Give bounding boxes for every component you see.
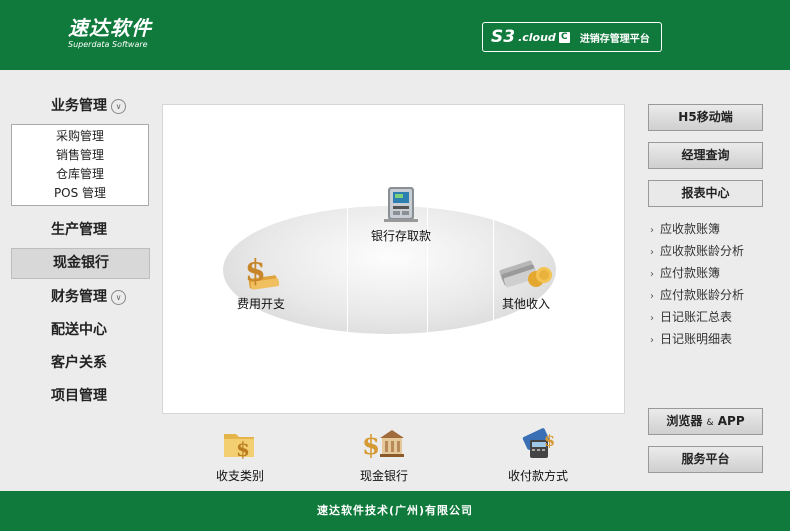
browser-label: 浏览器 <box>666 414 703 428</box>
chevron-down-icon[interactable]: ∨ <box>111 99 126 114</box>
sidebar-item-distribution[interactable]: 配送中心 <box>10 314 150 347</box>
shortcut-label: 收付款方式 <box>507 469 568 483</box>
sidebar-item-crm[interactable]: 客户关系 <box>10 347 150 380</box>
manager-query-button[interactable]: 经理查询 <box>648 142 763 169</box>
report-center-button[interactable]: 报表中心 <box>648 180 763 207</box>
report-link-label: 日记账明细表 <box>660 332 733 346</box>
report-link-label: 应付款账龄分析 <box>660 288 745 302</box>
sidebar-item-label: 财务管理 <box>51 289 107 305</box>
shortcut-cash-bank[interactable]: $ 现金银行 <box>348 426 420 484</box>
report-link[interactable]: › 应收款账龄分析 <box>648 240 763 262</box>
bottom-shortcuts: $ 收支类别 $ 现金银行 $ 收付款方式 <box>162 426 625 484</box>
app-label: APP <box>717 414 745 428</box>
card-terminal-icon: $ <box>522 428 555 458</box>
sidebar-item-projects[interactable]: 项目管理 <box>10 380 150 413</box>
superdata-logo[interactable]: 速达软件 Superdata Software <box>68 18 152 49</box>
product-badge: S3 .cloud C 进销存管理平台 <box>482 22 662 52</box>
sidebar-item-label: 业务管理 <box>51 98 107 114</box>
shortcut-payment-methods[interactable]: $ 收付款方式 <box>498 426 578 484</box>
svg-text:$: $ <box>236 437 250 460</box>
chevron-right-icon: › <box>650 313 654 324</box>
service-platform-button[interactable]: 服务平台 <box>648 446 763 473</box>
footer-company: 速达软件技术(广州)有限公司 <box>0 491 790 531</box>
report-link[interactable]: › 日记账明细表 <box>648 328 763 350</box>
product-s3: S3 <box>491 27 516 47</box>
app-header: 速达软件 Superdata Software S3 .cloud C 进销存管… <box>0 0 790 70</box>
chevron-right-icon: › <box>650 291 654 302</box>
sidebar-item-business[interactable]: 业务管理 ∨ <box>10 90 150 123</box>
logo-text: 速达软件 <box>68 16 152 40</box>
ampersand: & <box>706 418 714 428</box>
sidebar-item-finance[interactable]: 财务管理 ∨ <box>10 281 150 314</box>
right-bottom-buttons: 浏览器 & APP 服务平台 <box>648 408 763 484</box>
svg-text:$: $ <box>544 431 555 450</box>
shortcut-label: 收支类别 <box>215 469 264 483</box>
node-label: 费用开支 <box>236 297 285 311</box>
business-submenu: 采购管理 销售管理 仓库管理 POS 管理 <box>11 124 149 206</box>
logo-subtitle: Superdata Software <box>68 40 148 49</box>
chevron-down-icon[interactable]: ∨ <box>111 290 126 305</box>
shortcut-label: 现金银行 <box>359 469 408 483</box>
report-link[interactable]: › 日记账汇总表 <box>648 306 763 328</box>
product-cloud: .cloud <box>518 30 556 44</box>
shortcut-income-expense-category[interactable]: $ 收支类别 <box>206 426 274 484</box>
submenu-item-sales[interactable]: 销售管理 <box>12 146 148 165</box>
submenu-item-warehouse[interactable]: 仓库管理 <box>12 165 148 184</box>
node-bank-deposit[interactable]: 银行存取款 <box>361 185 441 244</box>
workflow-panel: 银行存取款 $ 费用开支 其他收入 <box>162 104 625 414</box>
report-link-label: 应收款账簿 <box>660 222 721 236</box>
submenu-item-pos[interactable]: POS 管理 <box>12 184 148 203</box>
sidebar-item-production[interactable]: 生产管理 <box>10 214 150 247</box>
node-expense[interactable]: $ 费用开支 <box>225 251 297 312</box>
report-link-label: 应收款账龄分析 <box>660 244 745 258</box>
report-link[interactable]: › 应付款账簿 <box>648 262 763 284</box>
node-label: 其他收入 <box>501 297 550 311</box>
coins-cash-icon <box>499 260 552 288</box>
report-list: › 应收款账簿 › 应收款账龄分析 › 应付款账簿 › 应付款账龄分析 › 日记账汇总表 … <box>648 218 763 350</box>
chevron-right-icon: › <box>650 225 654 236</box>
node-label: 银行存取款 <box>370 229 431 243</box>
product-c-icon: C <box>558 31 570 43</box>
svg-text:$: $ <box>362 431 380 460</box>
money-bag-icon: $ <box>245 254 280 290</box>
chevron-right-icon: › <box>650 269 654 280</box>
report-link-label: 应付款账簿 <box>660 266 721 280</box>
atm-icon <box>384 187 418 222</box>
bank-money-icon: $ <box>362 430 404 461</box>
chevron-right-icon: › <box>650 335 654 346</box>
browser-app-button[interactable]: 浏览器 & APP <box>648 408 763 435</box>
product-name: 进销存管理平台 <box>579 33 650 45</box>
node-other-income[interactable]: 其他收入 <box>489 255 563 312</box>
report-link-label: 日记账汇总表 <box>660 310 733 324</box>
svg-text:$: $ <box>245 254 266 289</box>
sidebar-item-cash-bank[interactable]: 现金银行 <box>11 248 150 279</box>
right-panel: H5移动端 经理查询 报表中心 › 应收款账簿 › 应收款账龄分析 › 应付款账簿 ›… <box>648 104 763 350</box>
report-link[interactable]: › 应收款账簿 <box>648 218 763 240</box>
folder-money-icon: $ <box>224 434 254 461</box>
submenu-item-purchase[interactable]: 采购管理 <box>12 127 148 146</box>
report-link[interactable]: › 应付款账龄分析 <box>648 284 763 306</box>
sidebar-nav: 业务管理 ∨ 采购管理 销售管理 仓库管理 POS 管理 生产管理 现金银行 财务… <box>10 90 150 413</box>
chevron-right-icon: › <box>650 247 654 258</box>
h5-mobile-button[interactable]: H5移动端 <box>648 104 763 131</box>
ellipse-divider <box>347 206 348 334</box>
